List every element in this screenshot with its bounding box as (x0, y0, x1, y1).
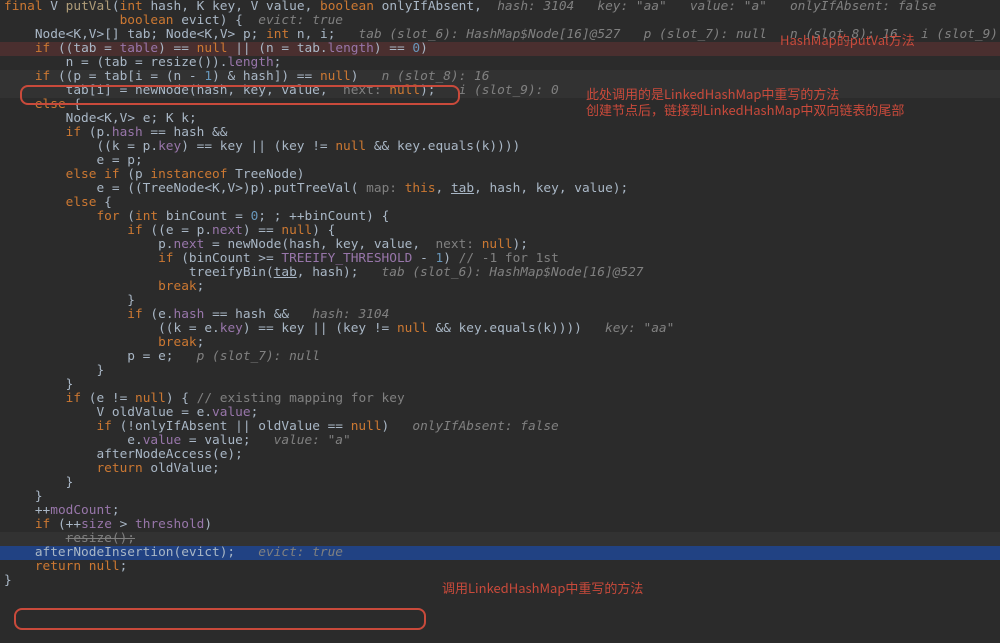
highlight-box-afternodeinsertion (14, 608, 426, 630)
code-line[interactable]: e.value = value; value: "a" (0, 434, 1000, 448)
code-line[interactable]: return oldValue; (0, 462, 1000, 476)
code-line[interactable]: if (p.hash == hash && (0, 126, 1000, 140)
code-line[interactable]: e = p; (0, 154, 1000, 168)
code-line[interactable]: break; (0, 336, 1000, 350)
code-line[interactable]: } (0, 364, 1000, 378)
code-line[interactable]: if (e.hash == hash && hash: 3104 (0, 308, 1000, 322)
code-line[interactable]: final V putVal(int hash, K key, V value,… (0, 0, 1000, 14)
code-line[interactable]: p = e; p (slot_7): null (0, 350, 1000, 364)
code-line[interactable]: else if (p instanceof TreeNode) (0, 168, 1000, 182)
code-line[interactable]: ++modCount; (0, 504, 1000, 518)
code-line[interactable]: treeifyBin(tab, hash); tab (slot_6): Has… (0, 266, 1000, 280)
code-line[interactable]: if (++size > threshold) (0, 518, 1000, 532)
code-line[interactable]: if ((p = tab[i = (n - 1) & hash]) == nul… (0, 70, 1000, 84)
code-line[interactable]: afterNodeInsertion(evict); evict: true (0, 546, 1000, 560)
code-line[interactable]: else { (0, 196, 1000, 210)
code-line[interactable]: for (int binCount = 0; ; ++binCount) { (0, 210, 1000, 224)
code-line[interactable]: tab[i] = newNode(hash, key, value, next:… (0, 84, 1000, 98)
code-line[interactable]: } (0, 476, 1000, 490)
code-line[interactable]: p.next = newNode(hash, key, value, next:… (0, 238, 1000, 252)
code-line[interactable]: if (e != null) { // existing mapping for… (0, 392, 1000, 406)
code-line[interactable]: n = (tab = resize()).length; (0, 56, 1000, 70)
code-line[interactable]: e = ((TreeNode<K,V>)p).putTreeVal( map: … (0, 182, 1000, 196)
code-line[interactable]: if (binCount >= TREEIFY_THRESHOLD - 1) /… (0, 252, 1000, 266)
code-line[interactable]: break; (0, 280, 1000, 294)
code-line[interactable]: resize(); (0, 532, 1000, 546)
code-line[interactable]: } (0, 378, 1000, 392)
code-line[interactable]: return null; (0, 560, 1000, 574)
annotation-afternode: 调用LinkedHashMap中重写的方法 (442, 580, 643, 596)
code-line[interactable]: boolean evict) { evict: true (0, 14, 1000, 28)
code-line[interactable]: } (0, 294, 1000, 308)
code-line[interactable]: V oldValue = e.value; (0, 406, 1000, 420)
code-line[interactable]: ((k = p.key) == key || (key != null && k… (0, 140, 1000, 154)
code-line[interactable]: if ((e = p.next) == null) { (0, 224, 1000, 238)
annotation-newnode-2: 创建节点后，链接到LinkedHashMap中双向链表的尾部 (586, 102, 904, 118)
code-area[interactable]: final V putVal(int hash, K key, V value,… (0, 0, 1000, 588)
code-line[interactable]: } (0, 490, 1000, 504)
editor-viewport: final V putVal(int hash, K key, V value,… (0, 0, 1000, 643)
code-line[interactable]: if (!onlyIfAbsent || oldValue == null) o… (0, 420, 1000, 434)
annotation-putval: HashMap的putVal方法 (780, 32, 915, 48)
code-line[interactable]: ((k = e.key) == key || (key != null && k… (0, 322, 1000, 336)
code-line[interactable]: afterNodeAccess(e); (0, 448, 1000, 462)
